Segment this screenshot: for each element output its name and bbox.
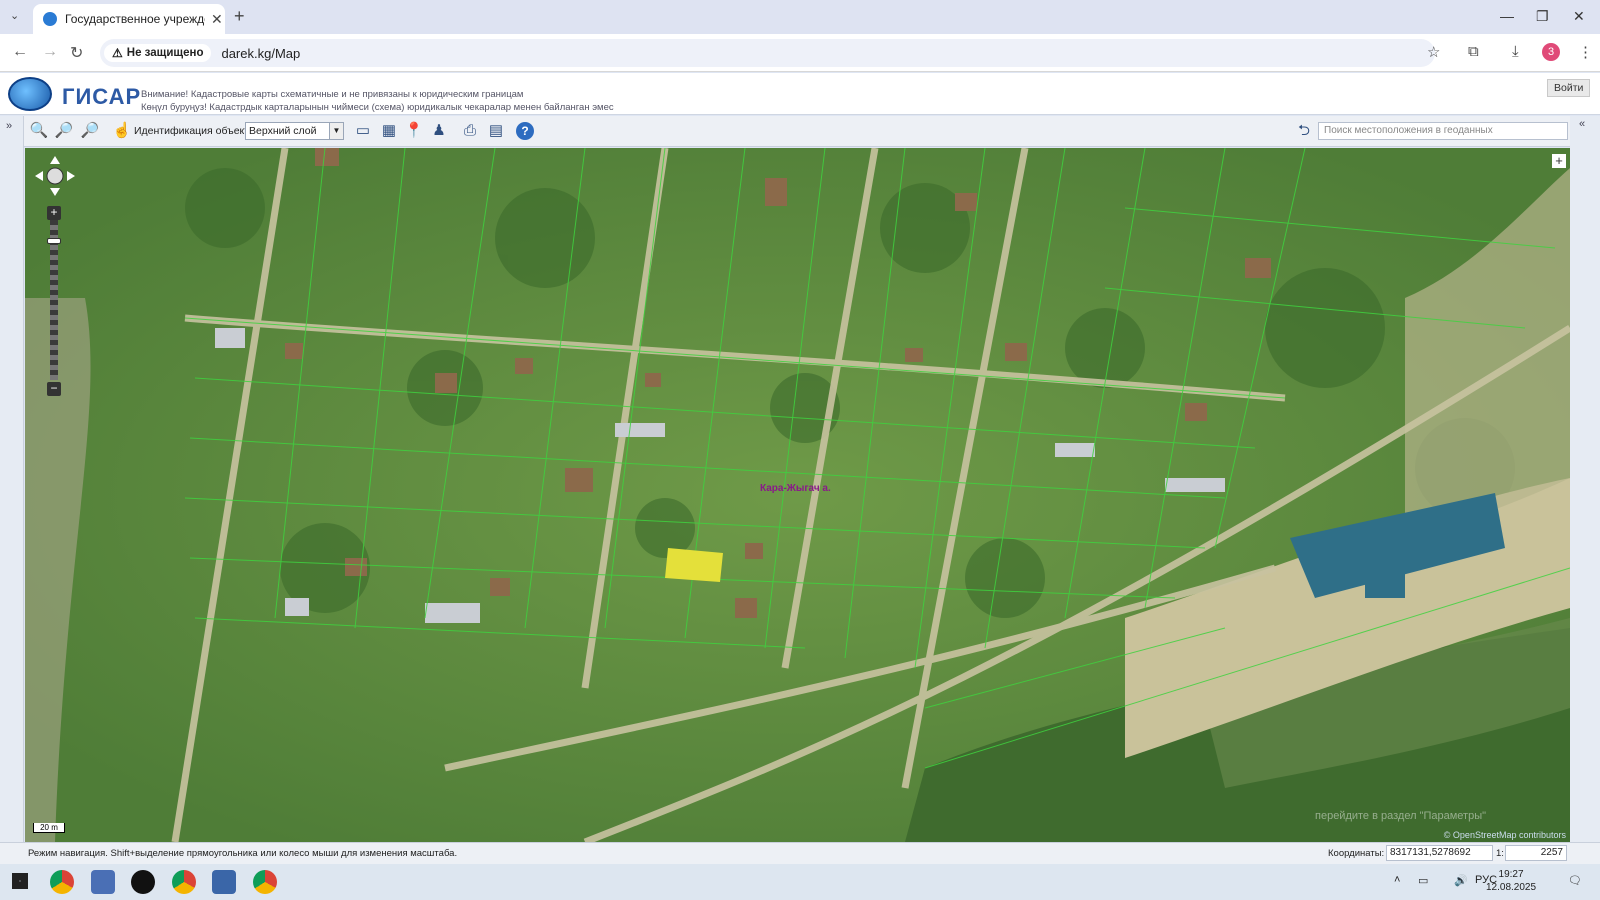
identify-label: Идентификация объекта: [134, 125, 258, 137]
site-favicon-icon [43, 12, 57, 26]
notifications-icon[interactable]: 🗨 [1568, 874, 1582, 887]
chrome-profile-app-icon[interactable] [172, 870, 196, 894]
tray-chevron-icon[interactable]: ˄ [1394, 874, 1400, 886]
status-bar: Режим навигация. Shift+выделение прямоуг… [0, 842, 1600, 864]
download-icon[interactable]: ⤓ [1512, 43, 1519, 60]
coordinates-field[interactable]: 8317131,5278692 [1386, 845, 1493, 861]
network-icon[interactable]: ▭ [1418, 874, 1428, 887]
selected-parcel[interactable] [665, 548, 723, 582]
layer-select-value: Верхний слой [249, 125, 317, 137]
clock-time: 19:27 [1498, 869, 1524, 880]
bookmark-star-icon[interactable]: ☆ [1427, 43, 1440, 61]
warning-icon: ⚠ [112, 46, 123, 60]
site-logo-text: ГИСАР [62, 84, 142, 109]
globe-logo-icon [8, 77, 52, 111]
measure-area-icon[interactable]: ▦ [379, 122, 399, 140]
print-icon[interactable]: ⎙ [460, 122, 480, 140]
browser-tab[interactable]: Государственное учреждение ✕ [33, 4, 225, 34]
url-text[interactable]: darek.kg/Map [221, 46, 300, 61]
windows-start-icon[interactable] [12, 873, 28, 889]
expand-panel-icon[interactable]: » [6, 120, 12, 132]
map-viewport[interactable]: + − 20 m Кара-Жыгач а. перейдите в разде… [25, 148, 1570, 842]
street-view-icon[interactable]: ♟ [429, 122, 449, 140]
menu-icon[interactable]: ⋮ [1578, 43, 1593, 61]
chrome-app-icon[interactable] [50, 870, 74, 894]
zoom-out-tool-icon[interactable]: 🔎 [54, 122, 74, 140]
extensions-icon[interactable]: ⧉ [1468, 43, 1479, 60]
chevron-down-icon: ▼ [329, 123, 343, 139]
back-navigation-icon[interactable]: ⮌ [1294, 122, 1314, 140]
map-pin-icon[interactable]: 📍 [404, 122, 424, 140]
help-icon[interactable]: ? [516, 122, 534, 140]
zoom-extent-tool-icon[interactable]: 🔎 [80, 122, 100, 140]
navigation-mode-text: Режим навигация. Shift+выделение прямоуг… [28, 848, 458, 859]
clock[interactable]: 19:27 12.08.2025 [1486, 868, 1536, 894]
tab-title: Государственное учреждение [65, 12, 205, 26]
pan-control[interactable] [35, 156, 75, 196]
zoom-in-tool-icon[interactable]: 🔍 [29, 122, 49, 140]
coordinates-label: Координаты: [1328, 848, 1385, 859]
scale-field[interactable]: 2257 [1505, 845, 1567, 861]
browser-tab-bar: ⌄ Государственное учреждение ✕ + — ❐ ✕ [0, 0, 1600, 34]
minimize-icon[interactable]: — [1500, 8, 1514, 24]
measure-distance-icon[interactable]: ▭ [353, 122, 373, 140]
map-toolbar: 🔍 🔎 🔎 ☝ Идентификация объекта: Верхний с… [0, 116, 1600, 147]
left-panel-collapsed: » [0, 116, 24, 864]
zoom-slider[interactable]: + − [47, 206, 61, 396]
layer-switcher-plus-icon[interactable]: + [1552, 154, 1566, 168]
close-window-icon[interactable]: ✕ [1573, 8, 1585, 25]
zoom-in-button[interactable]: + [47, 206, 61, 220]
layer-select[interactable]: Верхний слой ▼ [245, 122, 344, 140]
restore-icon[interactable]: ❐ [1536, 8, 1549, 25]
file-manager-app-icon[interactable] [91, 870, 115, 894]
tab-list-dropdown-icon[interactable]: ⌄ [10, 9, 19, 22]
collapse-panel-icon[interactable]: « [1579, 118, 1585, 130]
tiktok-app-icon[interactable] [131, 870, 155, 894]
scale-label: 1: [1496, 848, 1504, 859]
omnibox[interactable]: ⚠ Не защищено darek.kg/Map [100, 39, 1435, 67]
forward-icon[interactable]: → [42, 43, 58, 61]
address-bar-row: ← → ↻ ⚠ Не защищено darek.kg/Map ☆ ⧉ ⤓ 3… [0, 34, 1600, 72]
chrome-second-app-icon[interactable] [253, 870, 277, 894]
volume-icon[interactable]: 🔊 [1454, 874, 1468, 887]
scale-bar: 20 m [33, 823, 65, 833]
watermark-text: перейдите в раздел "Параметры" [1315, 810, 1487, 822]
new-tab-button[interactable]: + [234, 6, 245, 27]
map-attribution: © OpenStreetMap contributors [1443, 830, 1566, 840]
security-chip[interactable]: ⚠ Не защищено [104, 44, 212, 62]
place-label: Кара-Жыгач а. [760, 483, 831, 494]
reload-icon[interactable]: ↻ [70, 43, 83, 63]
satellite-map-svg [25, 148, 1570, 842]
close-tab-icon[interactable]: ✕ [211, 11, 223, 28]
clock-date: 12.08.2025 [1486, 882, 1537, 893]
geo-search-input[interactable]: Поиск местоположения в геоданных [1318, 122, 1568, 140]
notice-ru: Внимание! Кадастровые карты схематичные … [141, 89, 524, 100]
zoom-track[interactable] [50, 220, 58, 380]
security-label: Не защищено [126, 47, 204, 59]
site-header: ГИСАР Внимание! Кадастровые карты схемат… [0, 73, 1600, 115]
notice-kg: Көңүл буруңуз! Кадастрдык карталарынын ч… [141, 102, 614, 113]
app-window-icon[interactable] [212, 870, 236, 894]
zoom-out-button[interactable]: − [47, 382, 61, 396]
export-icon[interactable]: ▤ [486, 122, 506, 140]
identify-tool-icon[interactable]: ☝ [112, 122, 132, 140]
zoom-handle[interactable] [47, 238, 61, 244]
login-button[interactable]: Войти [1547, 79, 1591, 97]
profile-avatar[interactable]: 3 [1542, 43, 1560, 61]
windows-taskbar: ˄ ▭ 🔊 РУС 19:27 12.08.2025 🗨 [0, 864, 1600, 900]
back-icon[interactable]: ← [12, 43, 28, 61]
right-panel-collapsed: « [1570, 116, 1600, 864]
